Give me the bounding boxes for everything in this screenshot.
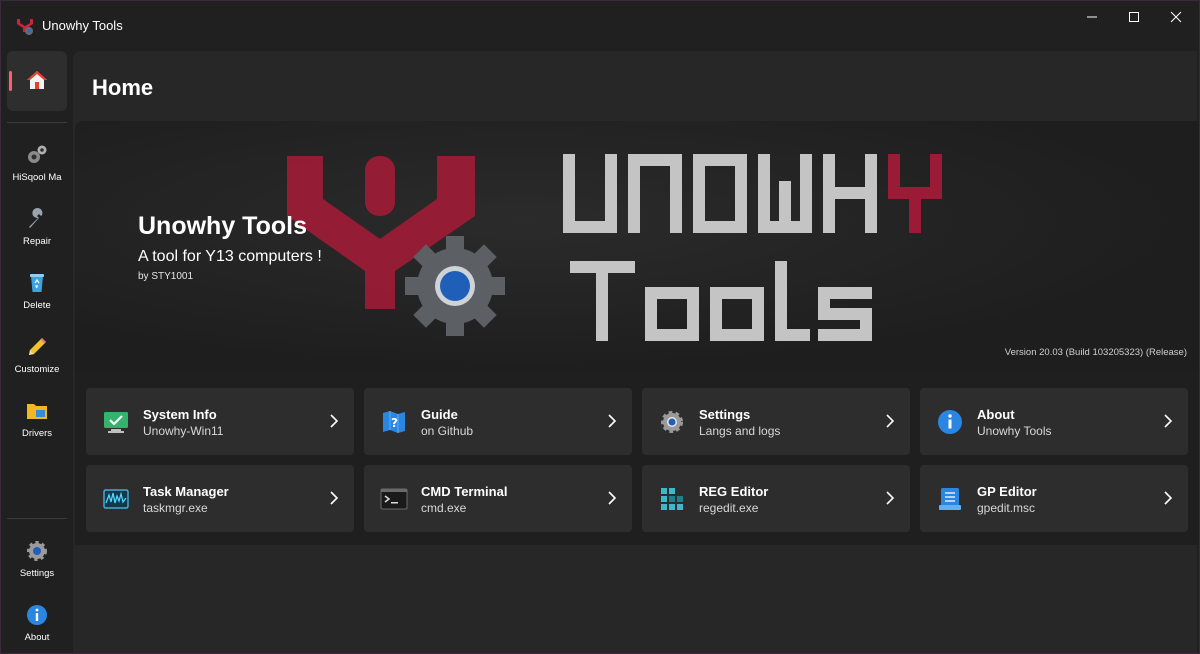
sidebar-divider [7,518,67,519]
hero-title: Unowhy Tools [138,212,307,240]
chevron-right-icon [886,414,895,428]
card-title: CMD Terminal [421,484,508,499]
active-indicator [9,71,12,91]
close-button[interactable] [1153,1,1199,33]
system-info-icon [104,412,128,433]
card-subtitle: Unowhy Tools [977,424,1052,438]
card-title: GP Editor [977,484,1037,499]
recycle-bin-icon [30,274,44,292]
card-title: Settings [699,407,751,422]
maximize-button[interactable] [1111,1,1157,33]
sidebar-item-settings[interactable]: Settings [7,525,67,585]
sidebar-item-drivers[interactable]: Drivers [7,385,67,445]
chevron-right-icon [330,414,339,428]
wrench-icon [29,208,43,228]
main-content: Home Unowhy Tools A tool for Y13 compute… [73,51,1199,653]
sidebar-divider [7,122,67,123]
card-subtitle: regedit.exe [699,501,759,515]
card-about[interactable]: About Unowhy Tools [920,388,1188,455]
registry-icon [661,488,683,510]
window-title: Unowhy Tools [42,18,123,33]
chevron-right-icon [1164,414,1173,428]
sidebar-item-label: Delete [23,300,51,311]
sidebar-item-home[interactable] [7,51,67,111]
card-cmd-terminal[interactable]: CMD Terminal cmd.exe [364,465,632,532]
card-system-info[interactable]: System Info Unowhy-Win11 [86,388,354,455]
page-title: Home [92,75,154,100]
hero-subtitle: A tool for Y13 computers ! [138,248,322,265]
version-label: Version 20.03 (Build 103205323) (Release… [1004,347,1187,358]
chevron-right-icon [608,414,617,428]
sidebar-item-label: Settings [19,568,55,579]
chevron-right-icon [886,491,895,505]
card-subtitle: on Github [421,424,474,438]
chevron-right-icon [1164,491,1173,505]
maximize-icon [1129,12,1139,22]
sidebar-item-label: Repair [23,236,51,247]
card-subtitle: cmd.exe [421,501,467,515]
unowhy-logo-graphic [287,154,942,341]
card-subtitle: gpedit.msc [977,501,1036,515]
about-info-icon [938,410,962,434]
home-icon [27,71,47,89]
group-policy-icon [939,488,961,510]
sidebar-item-hisqool[interactable]: HiSqool Ma [7,129,67,189]
sidebar-item-label: Customize [14,364,60,375]
hero-author: by STY1001 [138,271,194,282]
card-title: REG Editor [699,484,769,499]
chevron-right-icon [608,491,617,505]
hero-banner: Unowhy Tools A tool for Y13 computers ! … [75,121,1199,545]
sidebar-item-delete[interactable]: Delete [7,257,67,317]
sidebar-item-about[interactable]: About [7,589,67,649]
sidebar-item-label: About [24,632,50,643]
minimize-icon [1087,16,1097,18]
chevron-right-icon [330,491,339,505]
card-title: Guide [421,407,458,422]
card-title: About [977,407,1015,422]
card-guide[interactable]: ? Guide on Github [364,388,632,455]
sidebar: HiSqool Ma Repair Delete Customize Drive… [1,51,73,653]
card-gp-editor[interactable]: GP Editor gpedit.msc [920,465,1188,532]
settings-gear-icon [661,411,683,433]
drivers-folder-icon [27,404,47,419]
close-icon [1170,11,1182,23]
card-subtitle: Unowhy-Win11 [143,424,224,438]
card-title: Task Manager [143,484,229,499]
card-reg-editor[interactable]: REG Editor regedit.exe [642,465,910,532]
title-bar[interactable]: Unowhy Tools [1,1,1199,51]
app-window: Unowhy Tools HiSqool Ma Repair Delete Cu… [0,0,1200,654]
app-logo-icon [17,19,33,35]
sidebar-item-label: Drivers [21,428,53,439]
minimize-button[interactable] [1069,1,1115,33]
gear-icon [27,541,47,561]
card-subtitle: taskmgr.exe [143,501,208,515]
svg-text:?: ? [391,416,398,430]
card-settings[interactable]: Settings Langs and logs [642,388,910,455]
sidebar-item-repair[interactable]: Repair [7,193,67,253]
sidebar-item-customize[interactable]: Customize [7,321,67,381]
sidebar-item-label: HiSqool Ma [12,172,62,183]
terminal-icon [380,488,408,510]
card-task-manager[interactable]: Task Manager taskmgr.exe [86,465,354,532]
task-manager-icon [103,489,129,509]
pencil-icon [29,338,46,355]
info-icon [27,605,47,625]
gears-icon [28,145,47,163]
guide-map-icon: ? [383,411,405,433]
card-subtitle: Langs and logs [699,424,781,438]
card-title: System Info [143,407,217,422]
